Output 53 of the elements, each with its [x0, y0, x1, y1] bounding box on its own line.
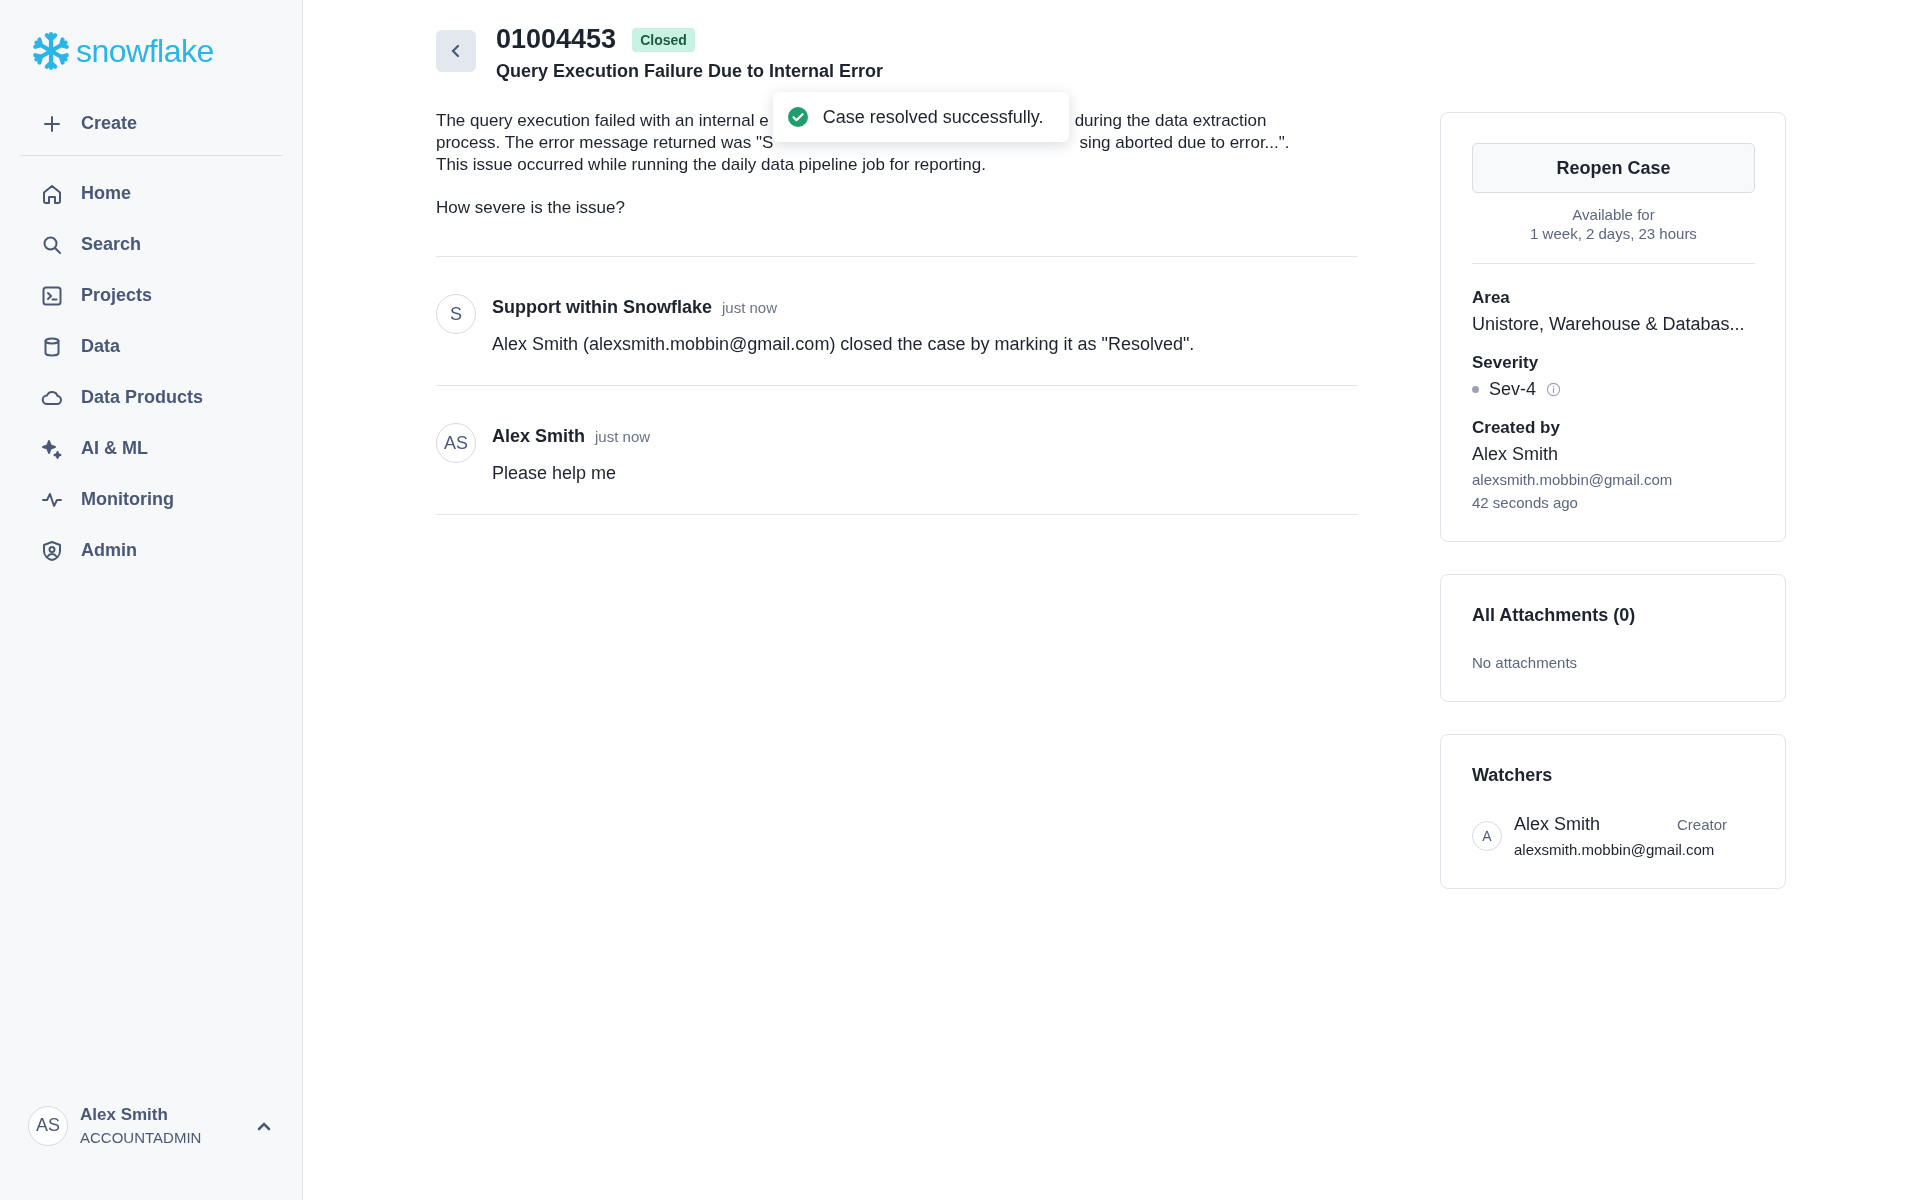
nav-item[interactable]: Data Products — [0, 372, 302, 423]
watcher-name: Alex Smith — [1514, 814, 1601, 835]
nav-item[interactable]: Home — [0, 168, 302, 219]
watcher-email: alexsmith.mobbin@gmail.com — [1514, 841, 1716, 858]
empty-message: No attachments — [1472, 654, 1579, 671]
brand-name: snowflake — [76, 32, 214, 70]
comment-text: Please help me — [492, 463, 618, 484]
reopen-case-button[interactable]: Reopen Case — [1472, 143, 1755, 193]
status-badge: Closed — [632, 27, 695, 52]
back-button[interactable] — [436, 30, 476, 72]
description-text: sing aborted due to error...". — [1079, 132, 1290, 154]
description-text: The query execution failed with an internal e — [436, 110, 769, 132]
shield-user-icon — [40, 538, 64, 563]
user-role: ACCOUNTADMIN — [80, 1129, 202, 1146]
nav-item[interactable]: Admin — [0, 525, 302, 576]
case-title: Query Execution Failure Due to Internal Error — [496, 61, 884, 82]
description-text: This issue occurred while running the daily data pipeline job for reporting. — [436, 154, 986, 176]
field-value: Sev-4 — [1489, 379, 1537, 400]
creator-name: Alex Smith — [1472, 444, 1560, 465]
author-name: Support within Snowflake — [492, 297, 712, 318]
created-time: 42 seconds ago — [1472, 494, 1579, 511]
field-value: Unistore, Warehouse & Databas... — [1472, 314, 1746, 335]
nav-item[interactable]: Data — [0, 321, 302, 372]
timestamp: just now — [595, 428, 651, 445]
author-name: Alex Smith — [492, 426, 586, 447]
availability-text: Available for — [1572, 205, 1655, 224]
watcher-role: Creator — [1676, 816, 1727, 833]
nav-item[interactable]: AI & ML — [0, 423, 302, 474]
timestamp: just now — [722, 299, 778, 316]
snowflake-icon — [30, 30, 72, 72]
check-circle-icon — [786, 106, 809, 128]
creator-email: alexsmith.mobbin@gmail.com — [1472, 471, 1674, 488]
toast-message: Case resolved successfully. — [822, 106, 1044, 128]
availability-text: 1 week, 2 days, 23 hours — [1530, 224, 1697, 243]
nav-item[interactable]: Projects — [0, 270, 302, 321]
comment-text: Alex Smith (alexsmith.mobbin@gmail.com) closed the case by marking it as "Resolved". — [492, 334, 1195, 355]
severity-dot — [1472, 386, 1479, 393]
field-label: Created by — [1472, 418, 1561, 438]
card-title: Watchers — [1472, 765, 1554, 786]
field-label: Area — [1472, 288, 1511, 308]
nav-item[interactable]: Search — [0, 219, 302, 270]
user-name: Alex Smith — [80, 1105, 169, 1125]
question-text: How severe is the issue? — [436, 198, 626, 218]
nav-item[interactable]: Monitoring — [0, 474, 302, 525]
field-label: Severity — [1472, 353, 1540, 373]
user-avatar: AS — [28, 1105, 68, 1146]
description-text: during the data extraction — [1074, 110, 1267, 132]
info-icon[interactable] — [1546, 382, 1562, 397]
case-number: 01004453 — [496, 24, 617, 55]
description-text: process. The error message returned was "S — [436, 132, 774, 154]
create-button[interactable]: Create — [0, 98, 302, 149]
chevron-left-icon — [450, 44, 462, 58]
card-title: All Attachments (0) — [1472, 605, 1637, 626]
